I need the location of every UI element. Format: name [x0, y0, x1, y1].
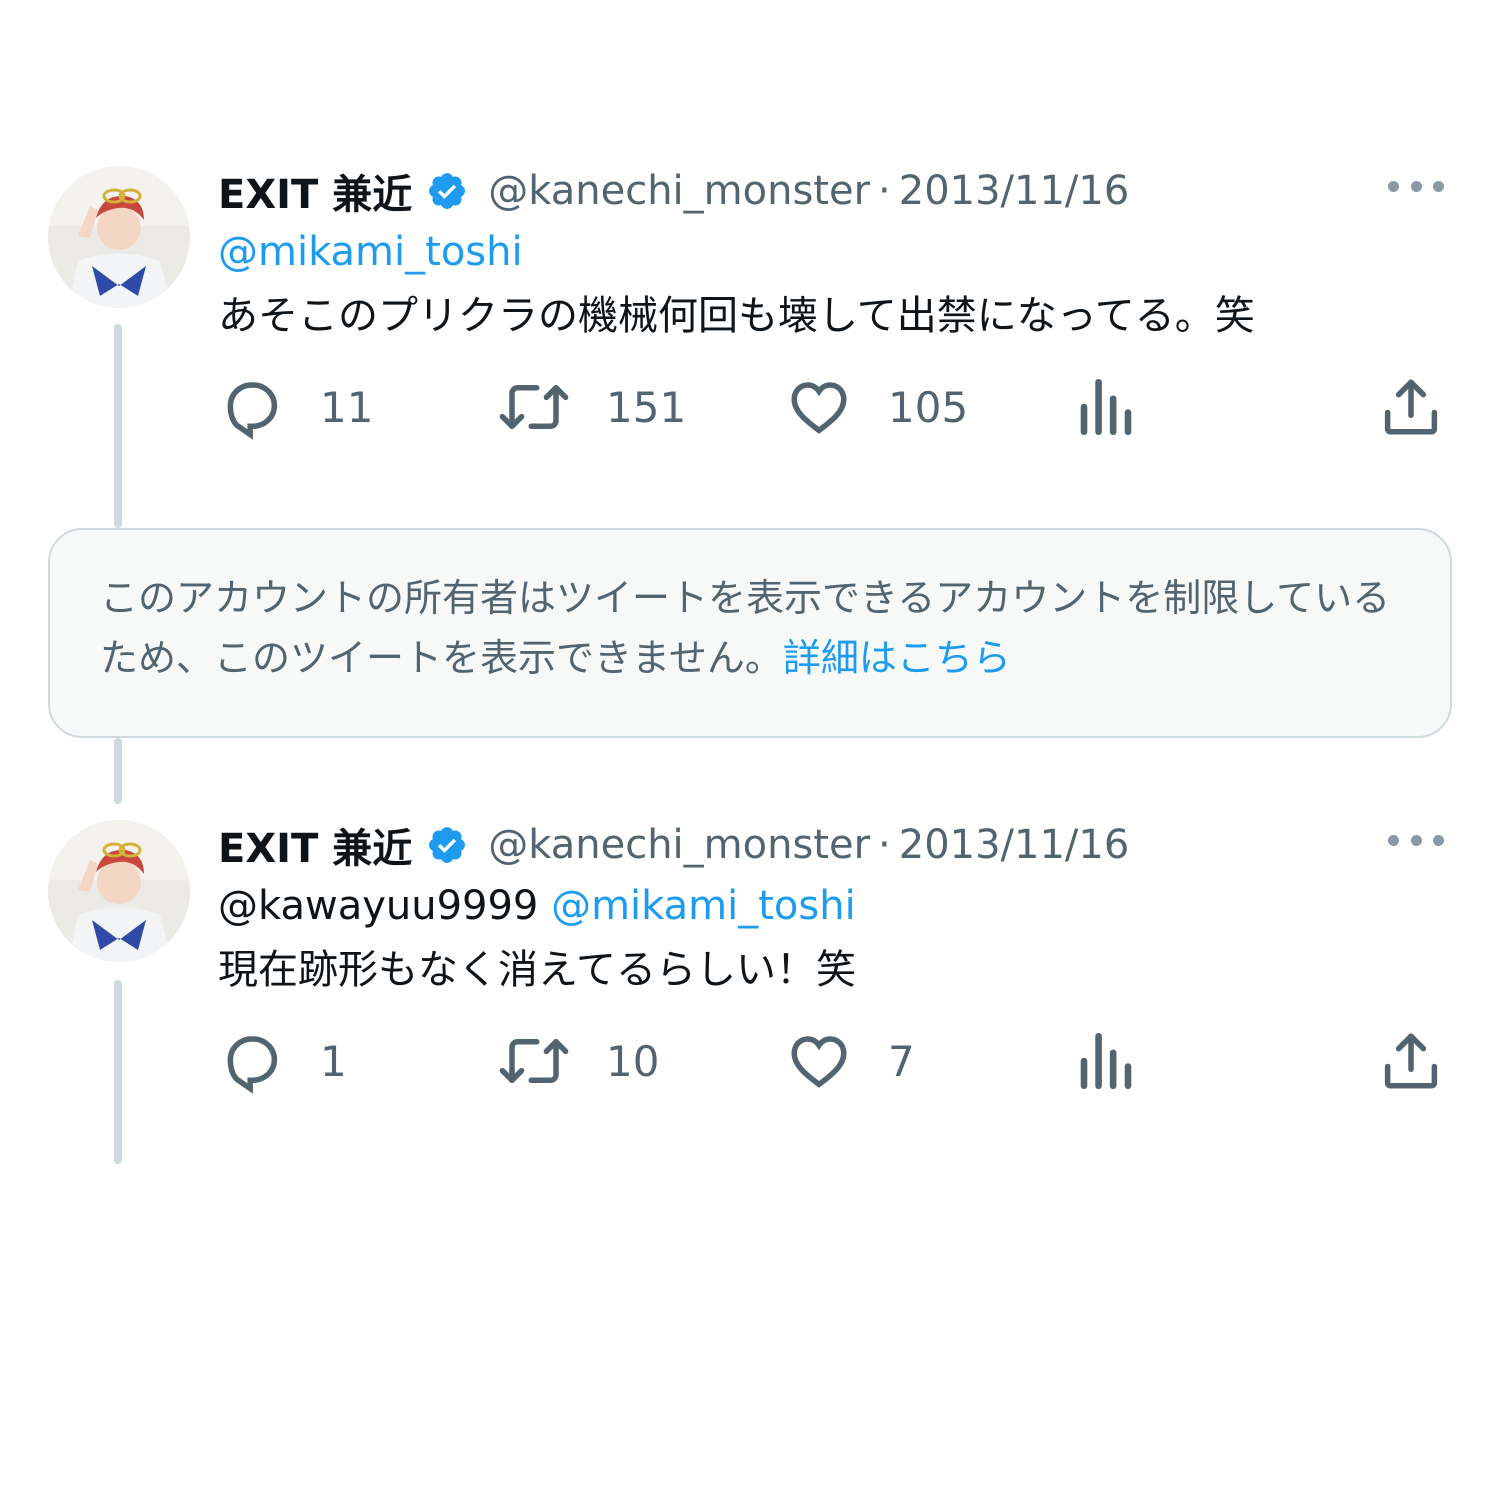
notice-text: このアカウントの所有者はツイートを表示できるアカウントを制限しているため、このツ…	[100, 576, 1391, 680]
display-name[interactable]: EXIT 兼近	[218, 162, 412, 220]
analytics-icon	[1080, 378, 1132, 436]
like-button[interactable]: 105	[786, 372, 968, 442]
analytics-icon	[1080, 1032, 1132, 1090]
tweet-header: EXIT 兼近 @kanechi_monster · 2013/11/16	[218, 166, 1130, 218]
display-name[interactable]: EXIT 兼近	[218, 816, 412, 874]
thread-view: EXIT 兼近 @kanechi_monster · 2013/11/16 @m…	[0, 0, 1500, 1500]
reply-button[interactable]: 1	[218, 1026, 347, 1096]
thread-connector-line	[114, 738, 122, 804]
verified-badge-icon	[426, 170, 468, 212]
tweet-actions: 1 10 7	[218, 1026, 1452, 1096]
mention-line: @mikami_toshi	[218, 224, 523, 280]
reply-count: 1	[320, 1036, 347, 1086]
reply-count: 11	[320, 382, 374, 432]
mention-line: @kawayuu9999 @mikami_toshi	[218, 878, 856, 934]
retweet-button[interactable]: 151	[498, 372, 686, 442]
analytics-button[interactable]	[1078, 372, 1134, 442]
analytics-button[interactable]	[1078, 1026, 1134, 1096]
restricted-tweet-notice: このアカウントの所有者はツイートを表示できるアカウントを制限しているため、このツ…	[48, 528, 1452, 738]
mention-link[interactable]: @mikami_toshi	[551, 883, 856, 929]
share-button[interactable]	[1378, 372, 1444, 442]
tweet[interactable]: EXIT 兼近 @kanechi_monster · 2013/11/16 @m…	[48, 166, 1452, 456]
more-icon[interactable]	[1388, 830, 1444, 850]
share-icon	[1384, 379, 1438, 435]
retweet-count: 10	[606, 1036, 660, 1086]
avatar[interactable]	[48, 820, 190, 962]
retweet-icon	[499, 385, 569, 429]
reply-icon	[227, 382, 278, 440]
handle[interactable]: @kanechi_monster	[488, 168, 870, 214]
like-button[interactable]: 7	[786, 1026, 915, 1096]
tweet-text: あそこのプリクラの機械何回も壊して出禁になってる。笑	[218, 293, 1255, 339]
retweet-icon	[499, 1039, 569, 1083]
tweet[interactable]: EXIT 兼近 @kanechi_monster · 2013/11/16 @k…	[48, 820, 1452, 1110]
mention-plain[interactable]: @kawayuu9999	[218, 883, 538, 929]
handle[interactable]: @kanechi_monster	[488, 822, 870, 868]
like-icon	[791, 1036, 847, 1088]
tweet-date[interactable]: 2013/11/16	[899, 168, 1130, 214]
reply-icon	[227, 1036, 278, 1094]
mention-link[interactable]: @mikami_toshi	[218, 229, 523, 275]
retweet-button[interactable]: 10	[498, 1026, 659, 1096]
tweet-text: 現在跡形もなく消えてるらしい！笑	[218, 947, 856, 993]
verified-badge-icon	[426, 824, 468, 866]
separator-dot: ·	[878, 822, 891, 868]
more-icon[interactable]	[1388, 176, 1444, 196]
learn-more-link[interactable]: 詳細はこちら	[783, 636, 1011, 680]
avatar[interactable]	[48, 166, 190, 308]
tweet-actions: 11 151 105	[218, 372, 1452, 442]
tweet-header: EXIT 兼近 @kanechi_monster · 2013/11/16	[218, 820, 1130, 872]
like-icon	[791, 382, 847, 434]
like-count: 7	[888, 1036, 915, 1086]
tweet-date[interactable]: 2013/11/16	[899, 822, 1130, 868]
share-button[interactable]	[1378, 1026, 1444, 1096]
like-count: 105	[888, 382, 969, 432]
share-icon	[1384, 1033, 1438, 1089]
retweet-count: 151	[606, 382, 687, 432]
separator-dot: ·	[878, 168, 891, 214]
reply-button[interactable]: 11	[218, 372, 373, 442]
